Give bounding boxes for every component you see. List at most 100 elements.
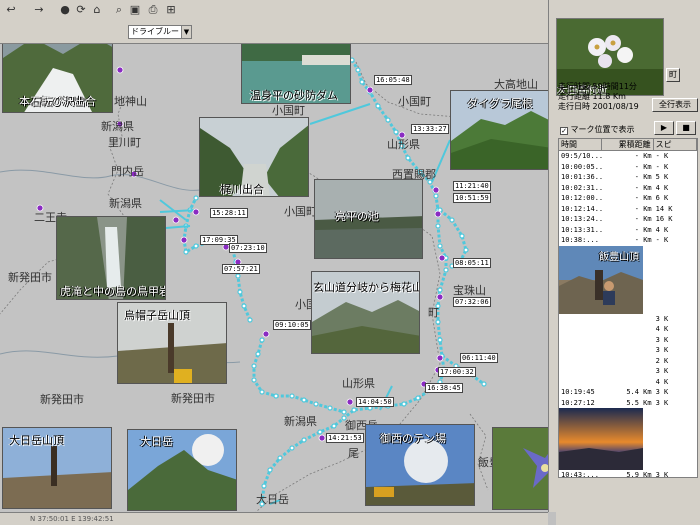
photo-onsen-dam[interactable]: 温身平の砂防ダム [241, 44, 351, 104]
table-row[interactable]: 10:13:24... - Km16 K [559, 214, 697, 225]
table-row[interactable]: 10:13:31... - Km4 K [559, 225, 697, 236]
photo-caption: 大日岳山頂 [9, 434, 64, 447]
column-header-distance[interactable]: 累積距離 [602, 139, 654, 150]
print-icon[interactable]: ⎙ [146, 3, 160, 17]
stop-icon[interactable]: ● [58, 3, 72, 17]
photo-flower[interactable] [492, 427, 548, 510]
table-row[interactable]: 10:00:05... - Km- K [559, 162, 697, 173]
table-row[interactable]: 10:19:45 5.4 Km 3 K [559, 387, 697, 398]
photo-onishi[interactable]: 御西のテン場 [365, 424, 475, 506]
track-point [241, 303, 247, 309]
table-row[interactable]: 4 K [559, 324, 697, 335]
photo-dainichi-summit[interactable]: 大日岳山頂 [2, 427, 112, 509]
table-rows: 10:43:...5.9 Km3 K10:5...5.9 Km5 K10:...… [559, 470, 697, 478]
table-row[interactable]: 10:38:... - Km - K [559, 235, 697, 246]
play-button[interactable]: ▶ [654, 121, 674, 135]
track-point [437, 287, 443, 293]
photo-daigura[interactable]: ダイグラ尾根 [450, 90, 548, 170]
table-row[interactable]: 10:27:12 5.5 Km 3 K [559, 398, 697, 409]
track-point [405, 155, 411, 161]
summary-row: 走行距離 11.8 Km [558, 92, 626, 101]
table-row[interactable]: 3 K [559, 366, 697, 377]
back-arrow-icon[interactable]: ↩ [4, 3, 18, 17]
track-point [449, 217, 455, 223]
search-icon[interactable]: ⌕ [112, 3, 126, 17]
photo-kajika[interactable]: 梶川出合 [199, 117, 309, 197]
ruler-icon[interactable]: ⊞ [164, 3, 178, 17]
place-name: 大日岳 [256, 493, 289, 506]
table-cell: - Km [634, 194, 652, 202]
home-icon[interactable]: ⌂ [90, 3, 104, 17]
panel-footer [556, 480, 700, 525]
table-row[interactable]: 2 K [559, 356, 697, 367]
photo-dainichi[interactable]: 大日岳 [127, 429, 237, 511]
route-combo[interactable]: ドライブルート ▼ [128, 25, 192, 39]
track-point [443, 267, 449, 273]
place-name: 新発田市 [8, 271, 52, 284]
table-row[interactable]: 10:43:... 5.9 Km 3 K [559, 470, 697, 478]
track-point [459, 233, 465, 239]
chevron-down-icon[interactable]: ▼ [181, 26, 191, 38]
track-point [193, 243, 199, 249]
track-point-table[interactable]: 時間 累積距離 スピ 09:5/10...- Km- K10:00:05...-… [558, 138, 698, 478]
photo-iide-summit[interactable]: 飯豊山頂 [559, 245, 697, 314]
track-point [255, 351, 261, 357]
stop-button[interactable]: ■ [676, 121, 696, 135]
map-horizontal-scrollbar[interactable]: N 37:50:01 E 139:42:51 [0, 512, 548, 525]
forward-arrow-icon[interactable]: → [32, 3, 46, 17]
photo-pond[interactable]: 亮平の池 [314, 179, 423, 259]
column-header-speed[interactable]: スピ [654, 139, 697, 150]
table-cell: - Km [634, 183, 652, 192]
track-point [277, 455, 283, 461]
table-row[interactable]: 3 K [559, 335, 697, 346]
map-canvas[interactable]: 地神山 新潟県 里川町 門内岳 新潟県 二王寺 新発田市 小国町 小国町 山形県 大高地山 西置賜郡小… [0, 44, 548, 512]
table-cell: 3 K [655, 471, 669, 478]
table-row[interactable]: 3 K [559, 314, 697, 325]
mark-position-checkbox[interactable]: ✓ マーク位置で表示 [560, 124, 635, 135]
track-point [359, 79, 365, 85]
photo-caption: 烏帽子岳山頂 [124, 309, 190, 322]
table-cell: - K [655, 236, 669, 244]
table-row[interactable]: 10:01:36... - Km5 K [559, 172, 697, 183]
table-row[interactable]: 10:12:14... - Km14 K [559, 204, 697, 215]
table-cell: 4 K [655, 325, 669, 333]
track-point [261, 483, 267, 489]
photo-sunset[interactable] [559, 408, 697, 470]
photo-eboshi[interactable]: 烏帽子岳山頂 [117, 302, 227, 384]
zoom-icon[interactable]: ▣ [128, 3, 142, 17]
waypoint-marker [436, 354, 444, 362]
track-point [435, 319, 441, 325]
map-vertical-scrollbar[interactable] [548, 0, 556, 512]
track-point [341, 409, 347, 415]
photo-caption: 玄山道分岐から梅花山 [313, 281, 420, 294]
timestamp-label: 16:38:45 [425, 383, 463, 393]
table-row[interactable]: 3 K [559, 345, 697, 356]
table-cell: 10:13:31... [561, 225, 602, 234]
photo-caption: 梶川出合 [220, 183, 264, 196]
table-row[interactable]: 10:12:00... - Km6 K [559, 193, 697, 204]
photo-hon-ishi[interactable]: 本石転び沢出合 [2, 44, 113, 113]
waypoint-marker [436, 293, 444, 301]
table-cell: 3 K [655, 398, 669, 407]
table-cell [602, 324, 653, 335]
table-row[interactable]: 4 K [559, 377, 697, 388]
track-point [351, 407, 357, 413]
town-button[interactable]: 町 [666, 68, 680, 82]
track-point [301, 437, 307, 443]
place-name: 新潟県 [284, 415, 317, 428]
table-cell [559, 366, 602, 377]
table-row[interactable]: 09:5/10... - Km - K [559, 151, 697, 162]
table-cell [602, 314, 653, 325]
track-info-panel: 大日岳付近 町 走行時間 59時間11分 走行距離 11.8 Km 走行日時 2… [556, 0, 700, 525]
track-point [183, 249, 189, 255]
checkbox-box[interactable]: ✓ [560, 127, 568, 135]
photo-waterfall[interactable]: 虎滝と中の島の鳥甲岩 [56, 216, 166, 300]
track-point [301, 397, 307, 403]
place-name: 小国町 [284, 205, 317, 218]
track-point [481, 381, 487, 387]
photo-ridge[interactable]: 玄山道分岐から梅花山 [311, 271, 420, 354]
refresh-icon[interactable]: ⟳ [74, 3, 88, 17]
table-row[interactable]: 10:02:31... - Km4 K [559, 183, 697, 194]
show-all-button[interactable]: 全行表示 [652, 98, 698, 112]
column-header-time[interactable]: 時間 [559, 139, 603, 150]
